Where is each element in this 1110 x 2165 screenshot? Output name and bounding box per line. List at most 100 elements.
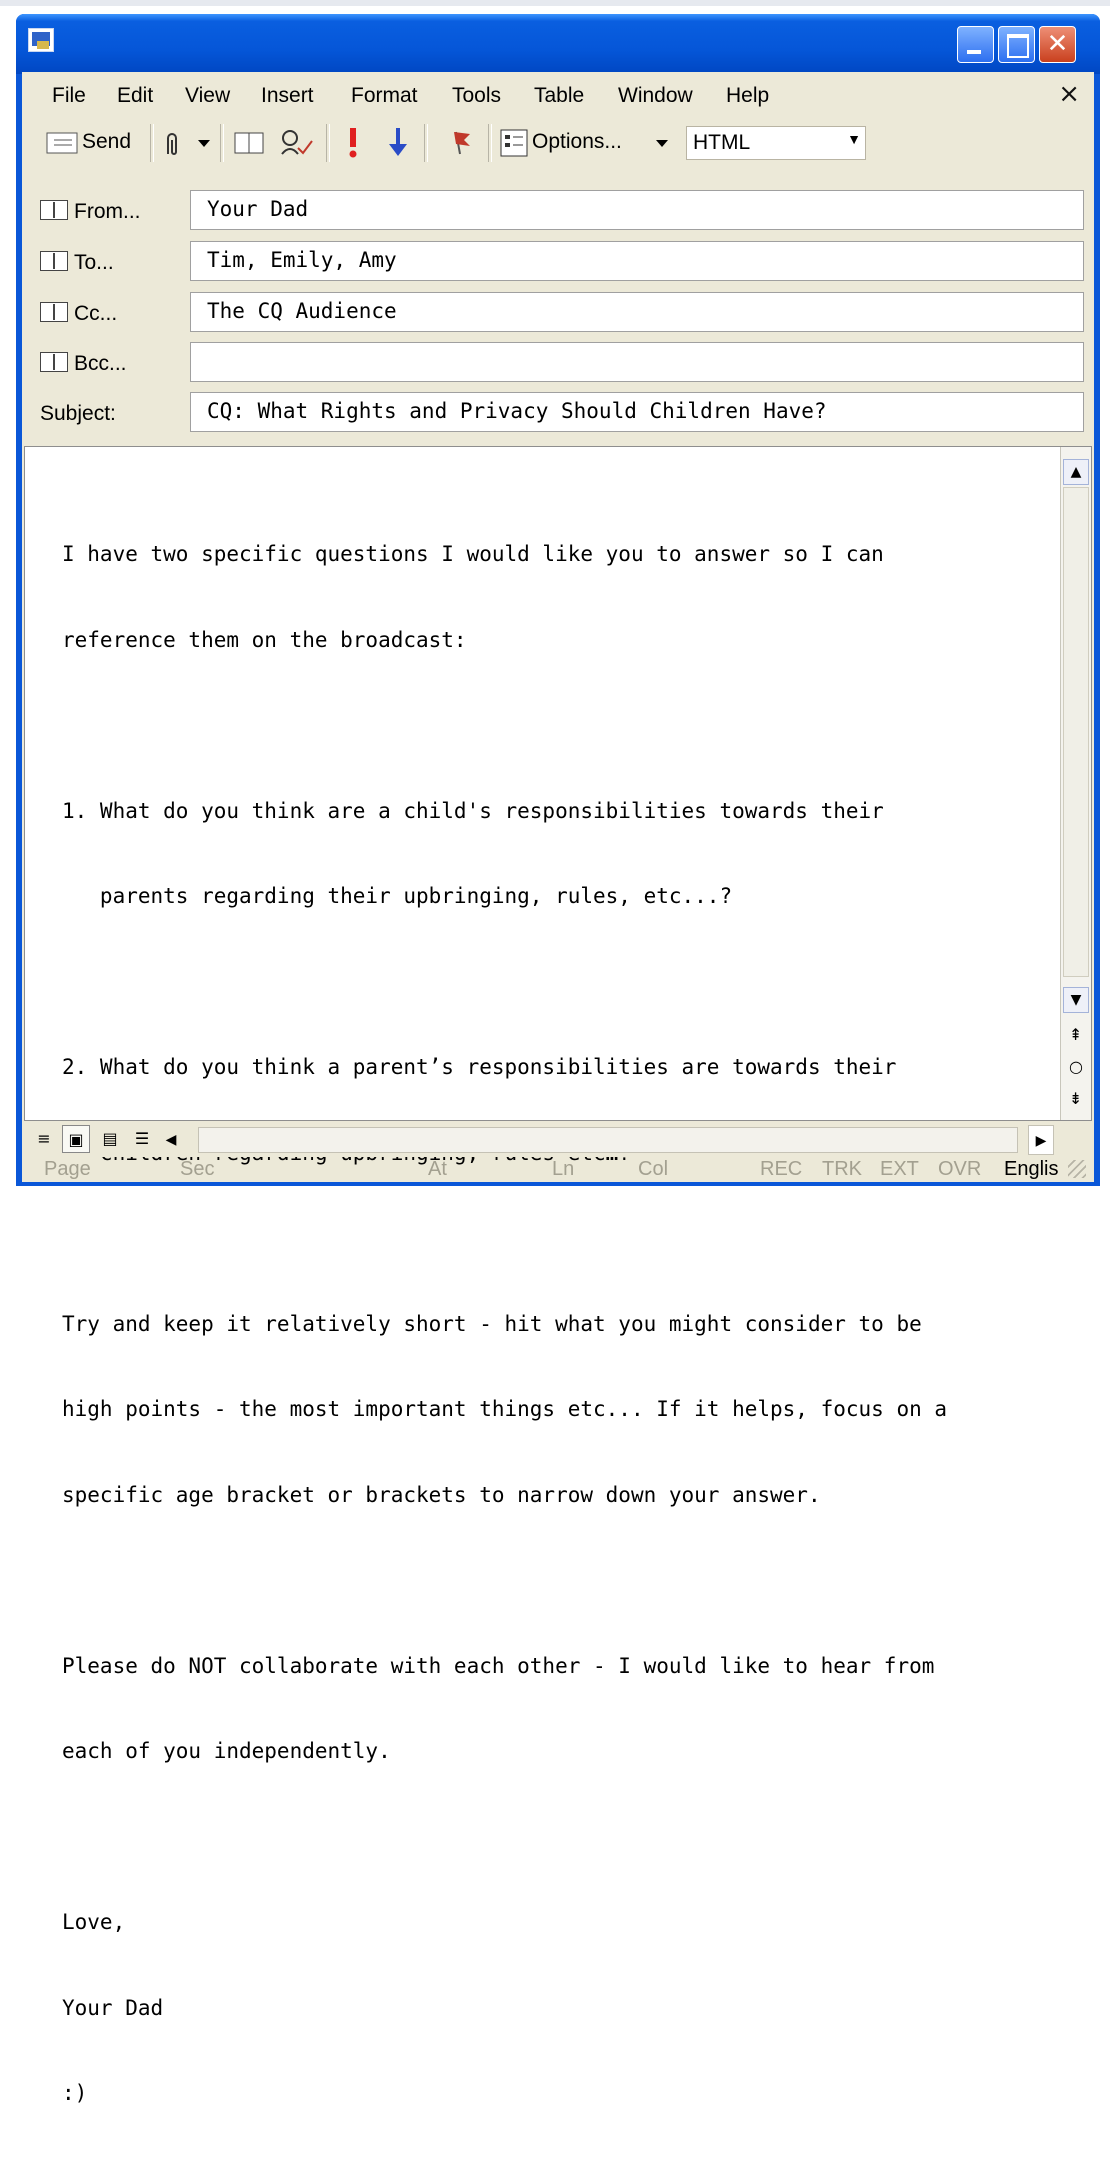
body-line: Love,: [62, 1910, 126, 1934]
toolbar-separator: [424, 124, 428, 162]
body-line: Your Dad: [62, 1995, 164, 2020]
options-dropdown-icon: [656, 140, 668, 147]
to-button[interactable]: To...: [40, 251, 114, 275]
menu-bar: File Edit View Insert Format Tools Table…: [22, 72, 1094, 116]
address-book-icon[interactable]: [234, 132, 264, 154]
subject-field[interactable]: CQ: What Rights and Privacy Should Child…: [190, 392, 1084, 432]
body-line: Please do NOT collaborate with each othe…: [62, 1653, 935, 1678]
close-button[interactable]: ✕: [1039, 26, 1076, 63]
body-line: [62, 711, 1052, 740]
menu-view[interactable]: View: [185, 84, 230, 108]
toolbar-separator: [488, 124, 492, 162]
body-line: Try and keep it relatively short - hit w…: [62, 1311, 922, 1336]
next-page-icon[interactable]: ⇟: [1069, 1089, 1082, 1108]
bcc-button[interactable]: Bcc...: [40, 352, 127, 376]
title-bar[interactable]: ✕: [16, 14, 1100, 74]
menu-help[interactable]: Help: [726, 84, 769, 108]
menu-table[interactable]: Table: [534, 84, 584, 108]
message-body[interactable]: I have two specific questions I would li…: [24, 446, 1092, 2105]
vertical-scrollbar[interactable]: ▲ ▼ ⇞ ○ ⇟: [1060, 447, 1091, 1120]
to-field[interactable]: Tim, Emily, Amy: [190, 241, 1084, 281]
scroll-left-button[interactable]: ◀: [158, 1125, 184, 1155]
from-button[interactable]: From...: [40, 200, 141, 224]
from-label: From...: [74, 200, 141, 223]
status-bar: Page Sec At Ln Col REC TRK EXT OVR Engli…: [22, 1158, 1094, 1182]
maximize-button[interactable]: [998, 26, 1035, 63]
paperclip-icon[interactable]: [162, 132, 182, 158]
body-line: :): [62, 2081, 88, 2105]
scroll-thumb[interactable]: [1063, 487, 1089, 977]
high-importance-icon[interactable]: [348, 128, 358, 158]
body-line: each of you independently.: [62, 1739, 391, 1763]
bcc-label: Bcc...: [74, 352, 127, 375]
horizontal-scroll-thumb[interactable]: [198, 1127, 1018, 1153]
message-format-select[interactable]: HTML ▼: [686, 126, 866, 160]
status-column: Col: [638, 1158, 669, 1180]
menu-edit[interactable]: Edit: [117, 84, 153, 108]
status-line: Ln: [552, 1158, 575, 1180]
normal-view-icon[interactable]: ≡: [30, 1125, 58, 1153]
body-line: [62, 1224, 1052, 1253]
word-app-icon[interactable]: [28, 28, 54, 52]
send-label: Send: [82, 130, 132, 153]
options-button[interactable]: Options...: [500, 126, 676, 160]
menu-tools[interactable]: Tools: [452, 84, 501, 108]
window-client: File Edit View Insert Format Tools Table…: [22, 72, 1094, 2105]
bcc-field[interactable]: [190, 342, 1084, 382]
toolbar-separator: [220, 124, 224, 162]
status-rec[interactable]: REC: [760, 1158, 802, 1181]
status-trk[interactable]: TRK: [822, 1158, 862, 1181]
flag-icon[interactable]: [450, 128, 474, 158]
status-section: Sec: [180, 1158, 215, 1180]
body-line: [62, 1823, 1052, 1852]
scroll-right-button[interactable]: ▶: [1028, 1125, 1054, 1155]
close-document-icon[interactable]: ×: [1058, 79, 1080, 109]
check-names-icon[interactable]: [278, 128, 314, 158]
body-line: 2. What do you think a parent’s responsi…: [62, 1055, 897, 1079]
address-book-icon: [40, 352, 68, 372]
address-book-icon: [40, 200, 68, 220]
toolbar-separator: [150, 124, 154, 162]
minimize-button[interactable]: [957, 26, 994, 63]
web-layout-view-icon[interactable]: ▣: [62, 1125, 90, 1153]
toolbar: Send Options... HTML ▼: [22, 118, 1094, 168]
body-line: specific age bracket or brackets to narr…: [62, 1482, 821, 1507]
attach-dropdown-icon[interactable]: [198, 140, 210, 148]
from-row: From... Your Dad: [22, 190, 1094, 234]
menu-format[interactable]: Format: [351, 84, 418, 108]
address-book-icon: [40, 251, 68, 271]
menu-insert[interactable]: Insert: [261, 84, 314, 108]
send-icon: [46, 132, 78, 154]
toolbar-separator: [326, 124, 330, 162]
menu-file[interactable]: File: [52, 84, 86, 108]
body-line: parents regarding their upbringing, rule…: [62, 884, 733, 908]
cc-row: Cc... The CQ Audience: [22, 292, 1094, 336]
options-icon: [500, 129, 528, 157]
low-importance-icon[interactable]: [388, 128, 408, 158]
subject-row: Subject: CQ: What Rights and Privacy Sho…: [22, 392, 1094, 436]
cc-button[interactable]: Cc...: [40, 302, 117, 326]
outline-view-icon[interactable]: ☰: [128, 1125, 156, 1153]
horizontal-scroll-area: ≡ ▣ ▤ ☰ ◀ ▶: [24, 1121, 1092, 1157]
print-layout-view-icon[interactable]: ▤: [96, 1125, 124, 1153]
body-line: [62, 1566, 1052, 1595]
body-line: I have two specific questions I would li…: [62, 542, 884, 566]
from-field[interactable]: Your Dad: [190, 190, 1084, 230]
cc-field[interactable]: The CQ Audience: [190, 292, 1084, 332]
scroll-down-button[interactable]: ▼: [1063, 987, 1089, 1013]
status-ext[interactable]: EXT: [880, 1158, 919, 1181]
cc-label: Cc...: [74, 302, 118, 325]
scroll-up-button[interactable]: ▲: [1063, 459, 1089, 485]
status-language[interactable]: Englis: [1004, 1158, 1058, 1181]
send-button[interactable]: Send: [46, 126, 166, 160]
status-ovr[interactable]: OVR: [938, 1158, 981, 1181]
previous-page-icon[interactable]: ⇞: [1069, 1025, 1082, 1044]
menu-window[interactable]: Window: [618, 84, 693, 108]
subject-label: Subject:: [40, 402, 116, 425]
message-body-text[interactable]: I have two specific questions I would li…: [62, 483, 1052, 2165]
to-label: To...: [74, 251, 114, 274]
select-browse-object-icon[interactable]: ○: [1069, 1057, 1083, 1076]
body-line: 1. What do you think are a child's respo…: [62, 798, 884, 823]
body-line: high points - the most important things …: [62, 1397, 948, 1421]
resize-grip[interactable]: [1068, 1160, 1086, 1178]
